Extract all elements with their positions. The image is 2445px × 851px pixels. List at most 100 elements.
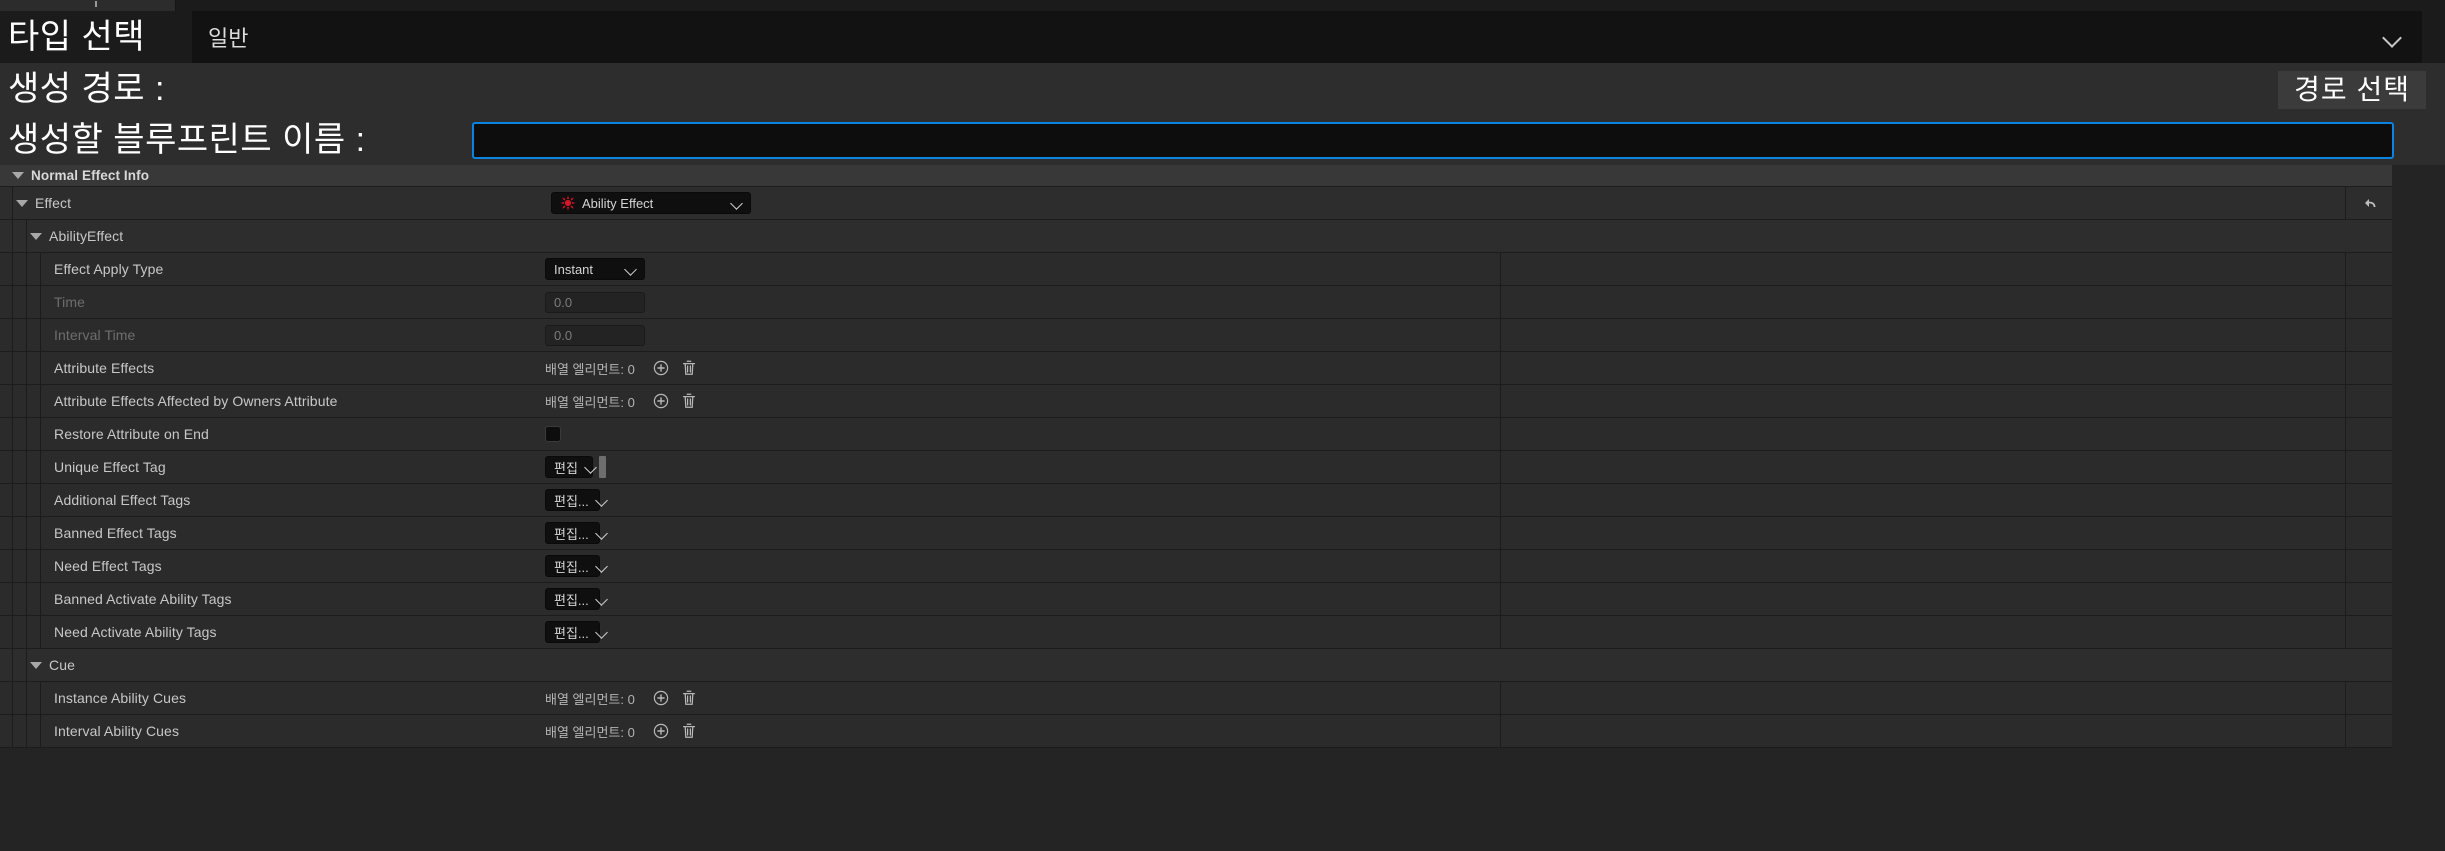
category-normal-effect-info[interactable]: Normal Effect Info [0,165,2392,187]
indent-guide [40,517,41,549]
property-row[interactable]: Restore Attribute on End [0,418,2392,451]
indent-guide [40,418,41,450]
tag-container-handle[interactable] [599,456,606,478]
triangle-down-icon[interactable] [30,232,42,240]
indent-guide [26,451,27,483]
property-row[interactable]: Need Activate Ability Tags 편집... [0,616,2392,649]
chevron-down-icon [730,196,744,210]
blueprint-name-input[interactable] [472,122,2394,159]
creation-header: 타입 선택 일반 생성 경로 : 경로 선택 생성할 블루프린트 이름 : [0,11,2445,165]
property-value-cell [545,418,561,450]
triangle-down-icon[interactable] [30,661,42,669]
indent-guide [12,517,13,549]
property-row[interactable]: Need Effect Tags 편집... [0,550,2392,583]
property-row[interactable]: Attribute Effects Affected by Owners Att… [0,385,2392,418]
property-value-cell: 편집... [545,583,600,615]
plus-circle-icon[interactable] [652,359,670,377]
indent-guide [40,682,41,714]
property-label: Need Effect Tags [54,558,162,574]
restore-attribute-checkbox[interactable] [545,426,561,442]
group-cue[interactable]: Cue [0,649,2392,682]
tag-edit-combo[interactable]: 편집 [545,456,593,478]
column-separator [1500,385,1501,417]
column-separator [1500,286,1501,318]
indent-guide [40,253,41,285]
indent-guide [12,484,13,516]
group-effect[interactable]: Effect Ability Effect [0,187,2392,220]
number-input[interactable]: 0.0 [545,324,645,346]
indent-guide [26,649,27,681]
property-label: Interval Ability Cues [54,723,180,739]
indent-guide [26,715,27,747]
tag-edit-combo[interactable]: 편집... [545,489,600,511]
tab-marker-icon [95,1,97,7]
window-tab-partial[interactable] [0,0,176,11]
indent-guide [26,286,27,318]
column-separator [1500,253,1501,285]
indent-guide [26,253,27,285]
tag-edit-combo[interactable]: 편집... [545,555,600,577]
trash-icon[interactable] [680,392,698,410]
select-path-button[interactable]: 경로 선택 [2278,71,2426,109]
effect-type-value: Ability Effect [582,195,654,211]
property-row[interactable]: Interval Time 0.0 [0,319,2392,352]
property-name-cell: Banned Activate Ability Tags [54,583,232,615]
plus-circle-icon[interactable] [652,689,670,707]
type-select-combo[interactable]: 일반 [192,11,2422,63]
plus-circle-icon[interactable] [652,722,670,740]
effect-apply-type-combo[interactable]: Instant [545,258,645,280]
property-row[interactable]: Time 0.0 [0,286,2392,319]
property-row[interactable]: Unique Effect Tag 편집 [0,451,2392,484]
reset-arrow-icon[interactable] [2360,193,2380,213]
property-value-cell: Instant [545,253,645,285]
property-row[interactable]: Interval Ability Cues 배열 엘리먼트: 0 [0,715,2392,748]
tag-edit-label: 편집... [554,493,589,509]
property-label: Instance Ability Cues [54,690,187,706]
column-separator [2345,286,2346,318]
property-row[interactable]: Effect Apply Type Instant [0,253,2392,286]
indent-guide [26,517,27,549]
triangle-down-icon[interactable] [16,199,28,207]
property-value-cell: 배열 엘리먼트: 0 [545,715,698,747]
details-panel[interactable]: Normal Effect Info Effect Ability Effect… [0,165,2445,851]
property-row[interactable]: Additional Effect Tags 편집... [0,484,2392,517]
effect-type-combo[interactable]: Ability Effect [551,192,751,214]
tag-edit-combo[interactable]: 편집... [545,522,600,544]
property-row[interactable]: Attribute Effects 배열 엘리먼트: 0 [0,352,2392,385]
indent-guide [12,418,13,450]
indent-guide [40,715,41,747]
trash-icon[interactable] [680,722,698,740]
indent-guide [40,616,41,648]
property-value-cell: 편집... [545,517,600,549]
chevron-down-icon [595,625,609,639]
property-row[interactable]: Banned Activate Ability Tags 편집... [0,583,2392,616]
column-separator [2345,352,2346,384]
indent-guide [12,319,13,351]
tag-edit-label: 편집... [554,592,589,608]
plus-circle-icon[interactable] [652,392,670,410]
indent-guide [40,550,41,582]
indent-guide [12,550,13,582]
property-row[interactable]: Instance Ability Cues 배열 엘리먼트: 0 [0,682,2392,715]
indent-guide [12,352,13,384]
tag-edit-combo[interactable]: 편집... [545,588,600,610]
property-name-cell: Need Activate Ability Tags [54,616,217,648]
property-value-cell: 편집 [545,451,606,483]
indent-guide [12,187,13,219]
number-input[interactable]: 0.0 [545,291,645,313]
trash-icon[interactable] [680,689,698,707]
trash-icon[interactable] [680,359,698,377]
property-name-cell: Need Effect Tags [54,550,162,582]
property-row[interactable]: Banned Effect Tags 편집... [0,517,2392,550]
indent-guide [12,616,13,648]
indent-guide [26,616,27,648]
tag-edit-combo[interactable]: 편집... [545,621,600,643]
chevron-down-icon [584,460,598,474]
indent-guide [40,583,41,615]
column-separator [2345,187,2346,219]
property-name-cell: Attribute Effects Affected by Owners Att… [54,385,337,417]
property-value-cell: 배열 엘리먼트: 0 [545,352,698,384]
triangle-down-icon[interactable] [12,172,24,179]
group-ability-effect[interactable]: AbilityEffect [0,220,2392,253]
column-separator [1500,451,1501,483]
